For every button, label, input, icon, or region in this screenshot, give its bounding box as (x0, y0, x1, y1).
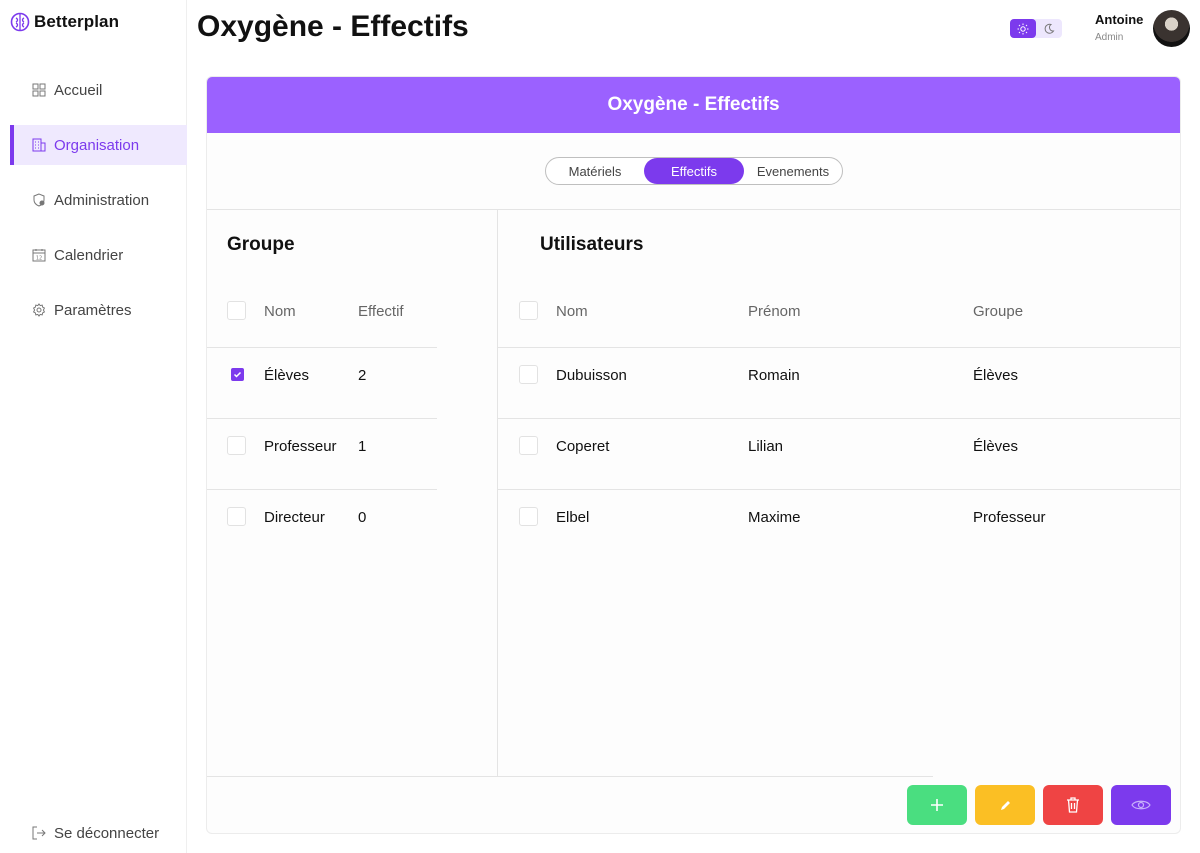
avatar[interactable] (1153, 10, 1190, 47)
group-count: 2 (358, 367, 367, 384)
sidebar-item-calendrier[interactable]: 12 Calendrier (10, 235, 187, 275)
sidebar-item-label: Administration (54, 191, 150, 209)
row-checkbox[interactable] (227, 507, 246, 526)
shield-user-icon (33, 193, 45, 207)
svg-text:12: 12 (36, 256, 42, 262)
divider (497, 209, 498, 777)
user-info[interactable]: Antoine Admin (1095, 12, 1143, 43)
user-firstname: Lilian (748, 438, 784, 455)
divider (207, 347, 437, 348)
tab-effectifs[interactable]: Effectifs (644, 158, 744, 184)
brand[interactable]: Betterplan (10, 12, 119, 32)
users-title: Utilisateurs (540, 234, 644, 255)
sidebar-item-accueil[interactable]: Accueil (10, 70, 187, 110)
card-title: Oxygène - Effectifs (207, 77, 1180, 133)
user-lastname: Coperet (556, 438, 610, 455)
sidebar-item-label: Accueil (54, 81, 103, 99)
group-name: Élèves (264, 367, 310, 384)
user-lastname: Dubuisson (556, 367, 627, 384)
pencil-icon (1000, 800, 1010, 810)
row-checkbox[interactable] (519, 436, 538, 455)
add-button[interactable] (907, 785, 967, 825)
sun-icon (1017, 23, 1029, 34)
user-group: Élèves (973, 367, 1019, 384)
tab-switcher: Matériels Effectifs Evenements (545, 157, 843, 185)
sidebar-item-label: Organisation (54, 136, 140, 154)
sidebar: Betterplan Accueil Organisation Administ… (0, 0, 187, 853)
sidebar-item-label: Calendrier (54, 246, 124, 264)
group-name: Professeur (264, 438, 337, 455)
building-icon (32, 138, 46, 152)
check-icon (233, 371, 242, 378)
trash-icon (1067, 797, 1079, 813)
group-count: 0 (358, 509, 367, 526)
eye-icon (1131, 800, 1151, 810)
groups-title: Groupe (227, 234, 295, 255)
logout-icon (32, 826, 46, 840)
divider (207, 776, 933, 777)
divider (207, 489, 437, 490)
users-col-groupe[interactable]: Groupe (973, 303, 1023, 320)
page-title: Oxygène - Effectifs (197, 10, 469, 43)
grid-icon (32, 83, 46, 97)
sidebar-item-administration[interactable]: Administration (10, 180, 187, 220)
groups-select-all-checkbox[interactable] (227, 301, 246, 320)
dark-mode-option[interactable] (1036, 19, 1062, 38)
user-firstname: Maxime (748, 509, 801, 526)
theme-toggle[interactable] (1010, 19, 1062, 38)
brand-name: Betterplan (34, 12, 120, 31)
users-col-nom[interactable]: Nom (556, 303, 588, 320)
edit-button[interactable] (975, 785, 1035, 825)
user-lastname: Elbel (556, 509, 590, 526)
divider (498, 489, 1180, 490)
brain-logo-icon (10, 12, 30, 32)
gear-icon (32, 303, 46, 317)
light-mode-option[interactable] (1010, 19, 1036, 38)
sidebar-item-parametres[interactable]: Paramètres (10, 290, 187, 330)
user-group: Professeur (973, 509, 1046, 526)
effectifs-card: Oxygène - Effectifs Matériels Effectifs … (206, 76, 1181, 834)
group-count: 1 (358, 438, 367, 455)
tab-materiels[interactable]: Matériels (546, 158, 644, 184)
user-firstname: Romain (748, 367, 800, 384)
groups-col-nom[interactable]: Nom (264, 303, 296, 320)
user-name: Antoine (1095, 12, 1144, 27)
moon-icon (1044, 23, 1055, 34)
sidebar-item-organisation[interactable]: Organisation (10, 125, 187, 165)
view-button[interactable] (1111, 785, 1171, 825)
users-select-all-checkbox[interactable] (519, 301, 538, 320)
divider (498, 418, 1180, 419)
groups-col-effectif[interactable]: Effectif (358, 303, 404, 320)
tab-evenements[interactable]: Evenements (744, 158, 842, 184)
divider (207, 418, 437, 419)
user-role: Admin (1095, 32, 1124, 43)
divider (207, 209, 1180, 210)
row-checkbox[interactable] (519, 507, 538, 526)
logout-label: Se déconnecter (54, 824, 160, 842)
row-checkbox[interactable] (519, 365, 538, 384)
users-col-prenom[interactable]: Prénom (748, 303, 801, 320)
divider (498, 347, 1180, 348)
user-group: Élèves (973, 438, 1019, 455)
row-checkbox[interactable] (231, 368, 244, 381)
delete-button[interactable] (1043, 785, 1103, 825)
plus-icon (931, 799, 943, 811)
sidebar-item-label: Paramètres (54, 301, 132, 319)
logout-button[interactable]: Se déconnecter (10, 818, 187, 848)
group-name: Directeur (264, 509, 325, 526)
row-checkbox[interactable] (227, 436, 246, 455)
calendar-icon: 12 (32, 249, 46, 262)
